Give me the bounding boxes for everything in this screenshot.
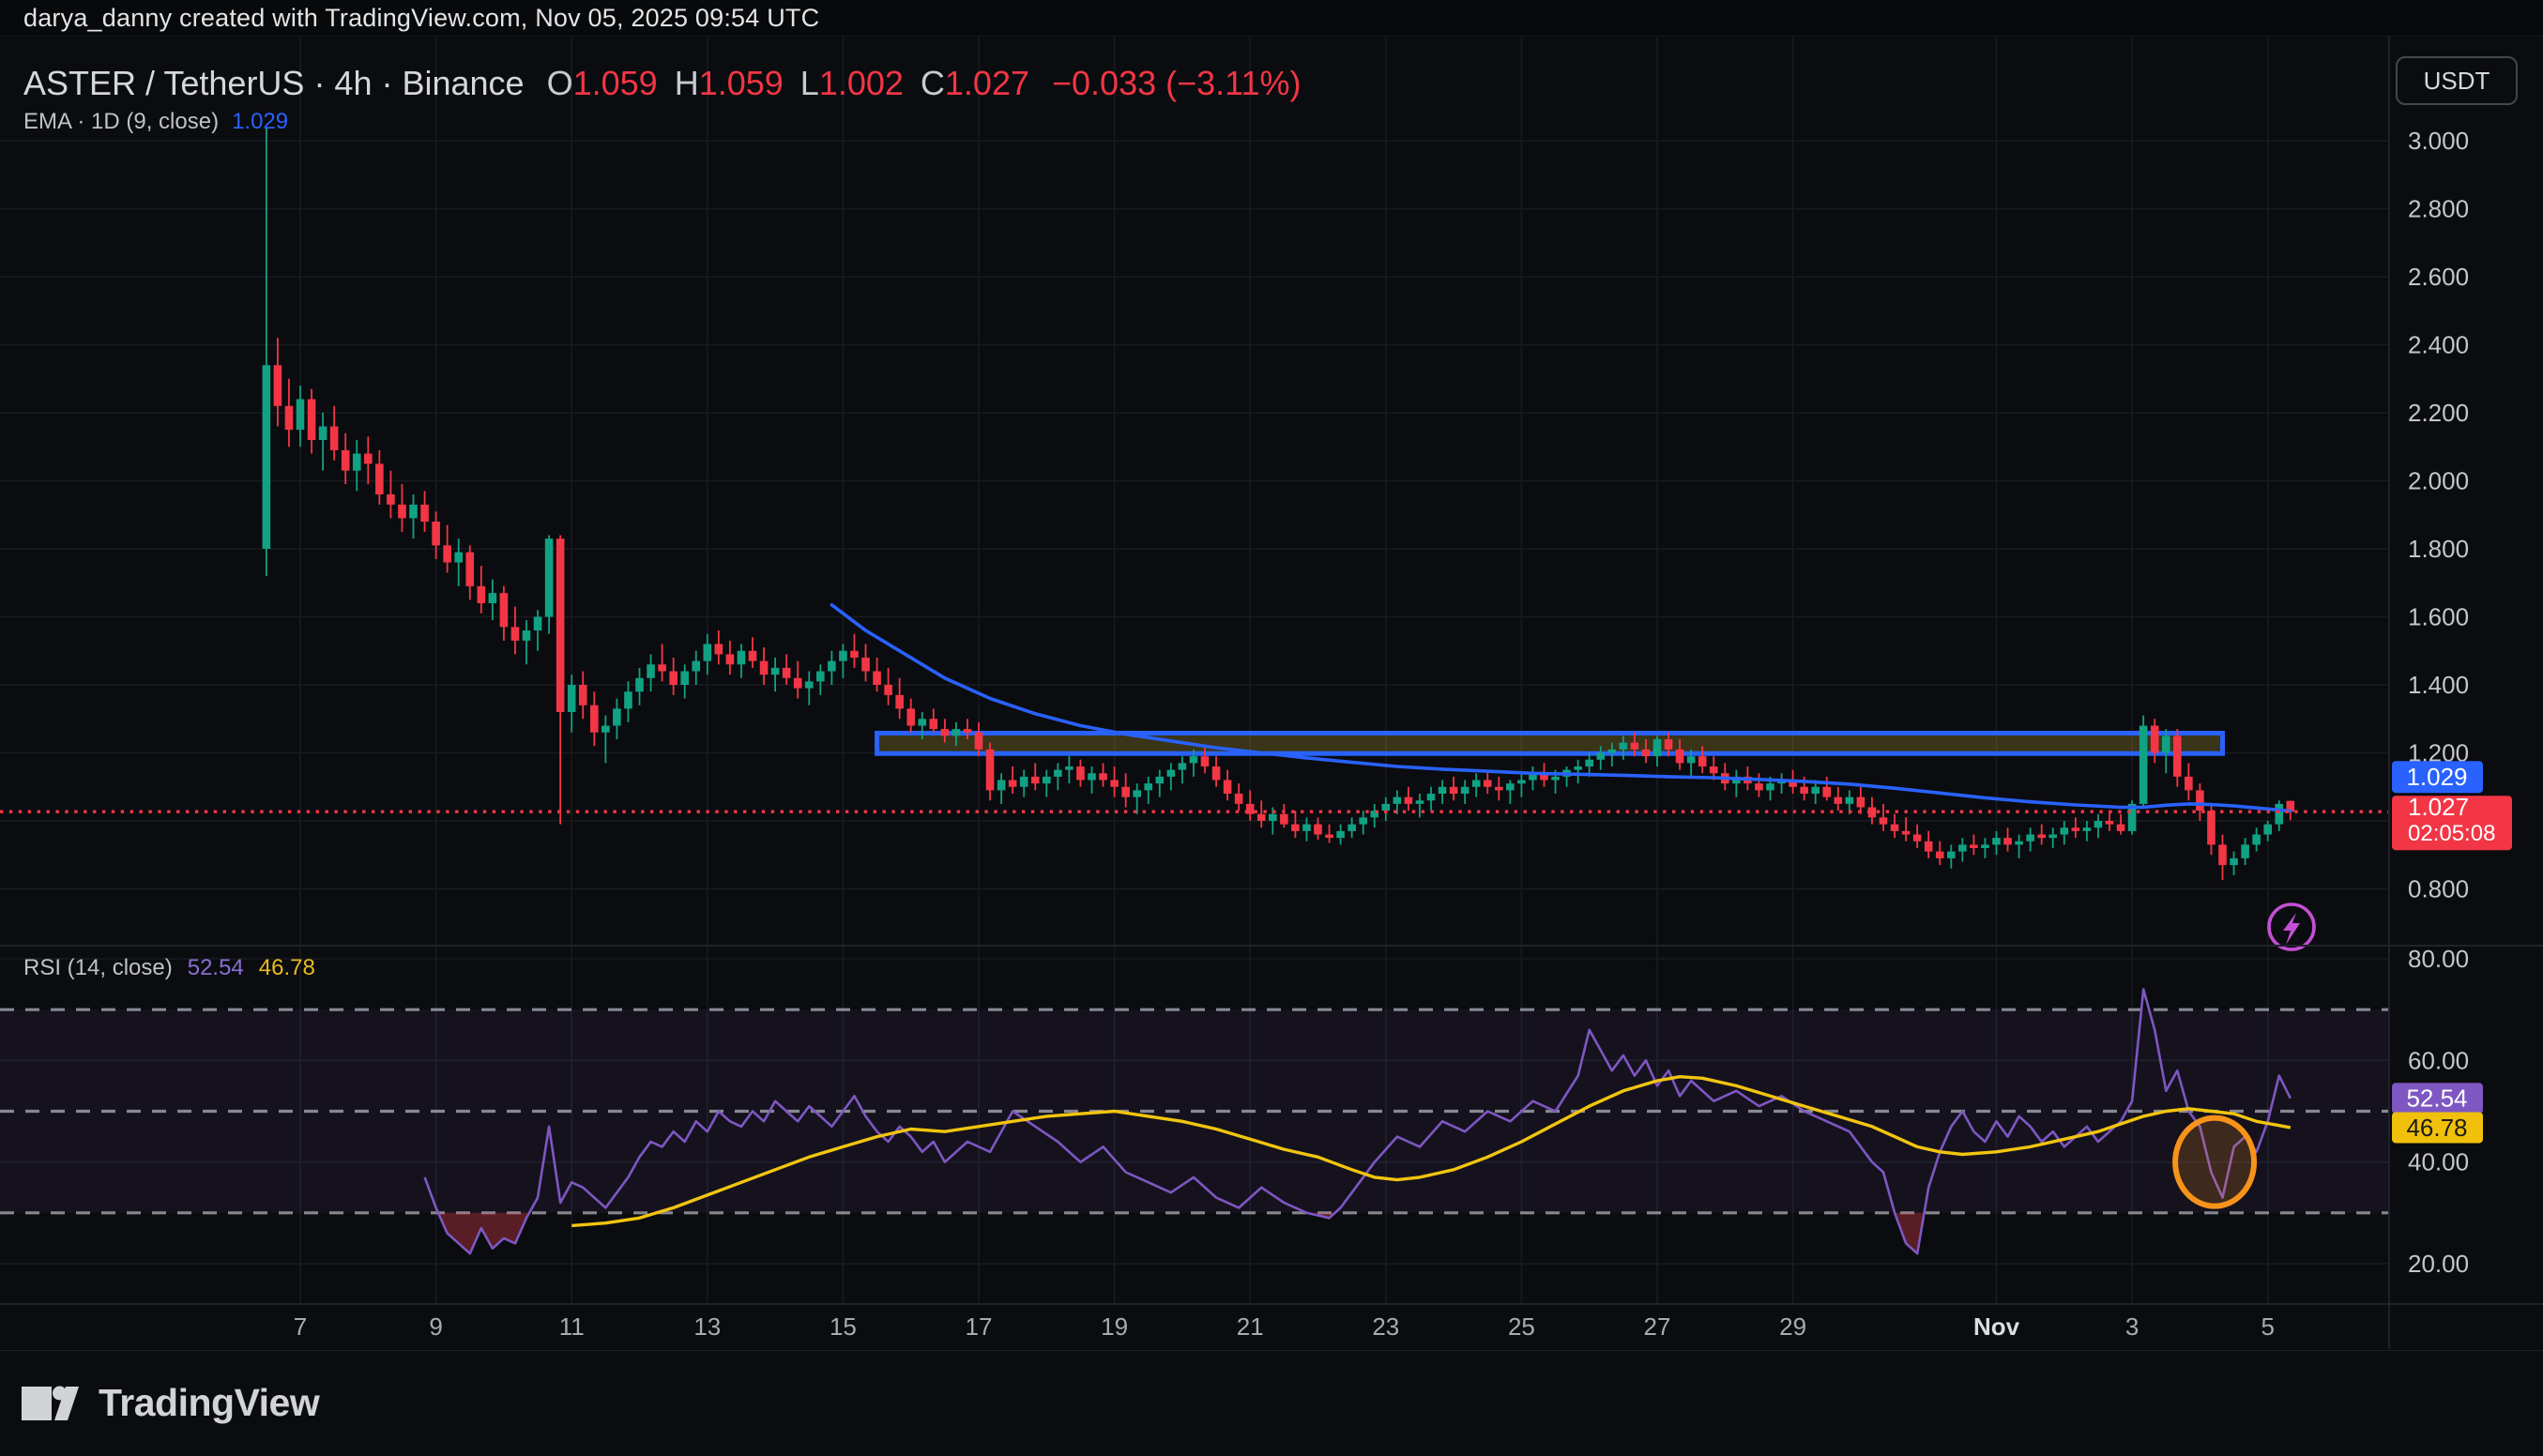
change-value: −0.033 (−3.11%) bbox=[1052, 64, 1302, 103]
price-axis[interactable] bbox=[2389, 36, 2543, 1304]
resistance-zone-rectangle bbox=[877, 733, 2223, 753]
time-axis[interactable] bbox=[0, 1305, 2388, 1349]
lightning-bolt bbox=[2283, 913, 2300, 945]
symbol-legend: ASTER / TetherUS · 4h · Binance O1.059 H… bbox=[23, 64, 1302, 103]
rsi-legend: RSI (14, close) 52.54 46.78 bbox=[23, 955, 315, 981]
low-label: L bbox=[800, 64, 819, 102]
open-value: 1.059 bbox=[573, 64, 658, 102]
low-value: 1.002 bbox=[819, 64, 904, 102]
high-value: 1.059 bbox=[699, 64, 784, 102]
tradingview-logo-icon bbox=[22, 1386, 84, 1421]
candles bbox=[263, 128, 2295, 881]
rsi-circle-annotation bbox=[2175, 1118, 2254, 1206]
rsi-legend-value: 52.54 bbox=[188, 955, 244, 981]
ema-legend: EMA · 1D (9, close) 1.029 bbox=[23, 109, 288, 135]
ema-legend-value: 1.029 bbox=[232, 109, 288, 135]
close-value: 1.027 bbox=[945, 64, 1029, 102]
footer-bar: TradingView bbox=[0, 1350, 2543, 1456]
tradingview-chart-snapshot: darya_danny created with TradingView.com… bbox=[0, 0, 2543, 1456]
ema-legend-label: EMA · 1D (9, close) bbox=[23, 109, 219, 135]
symbol-title: ASTER / TetherUS · 4h · Binance bbox=[23, 64, 525, 103]
rsi-legend-title: RSI (14, close) bbox=[23, 955, 173, 981]
rsi-ma-legend-value: 46.78 bbox=[259, 955, 315, 981]
close-label: C bbox=[921, 64, 945, 102]
high-label: H bbox=[675, 64, 699, 102]
open-label: O bbox=[547, 64, 573, 102]
tradingview-logo-text: TradingView bbox=[99, 1381, 319, 1425]
chart-canvas[interactable]: 3.0002.8002.6002.4002.2002.0001.8001.600… bbox=[0, 0, 2543, 1456]
tradingview-logo[interactable]: TradingView bbox=[22, 1381, 319, 1425]
